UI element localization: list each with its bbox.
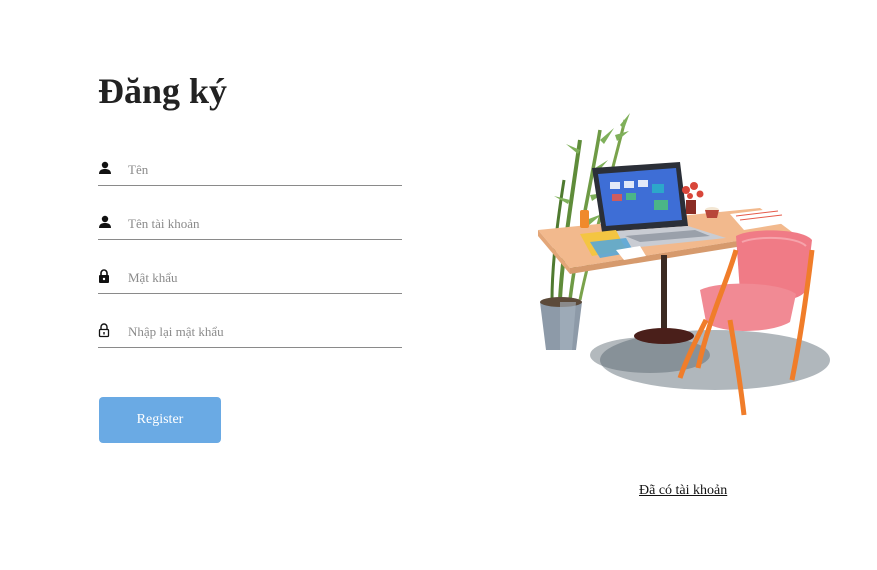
- page-title: Đăng ký: [98, 71, 228, 111]
- password-field: [98, 265, 402, 294]
- name-input[interactable]: [128, 159, 398, 181]
- register-button[interactable]: Register: [99, 397, 221, 443]
- desk-laptop-chair-illustration: [530, 110, 830, 425]
- lock-icon: [98, 269, 112, 285]
- person-icon: [98, 161, 112, 177]
- lock-outline-icon: [98, 323, 112, 339]
- password-input[interactable]: [128, 267, 398, 289]
- login-link[interactable]: Đã có tài khoản: [639, 483, 727, 499]
- username-input[interactable]: [128, 213, 398, 235]
- username-field: [98, 211, 402, 240]
- confirm-password-input[interactable]: [128, 321, 398, 343]
- confirm-password-field: [98, 319, 402, 348]
- person-icon: [98, 215, 112, 231]
- name-field: [98, 157, 402, 186]
